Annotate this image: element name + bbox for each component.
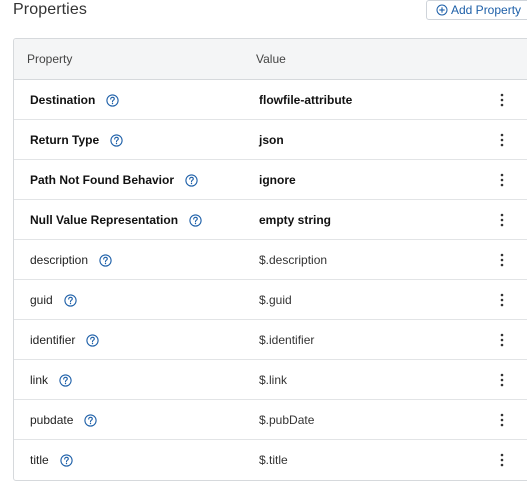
add-property-button[interactable]: Add Property: [426, 0, 527, 20]
table-row[interactable]: title $.title: [14, 440, 527, 480]
help-icon[interactable]: [64, 293, 77, 307]
plus-circle-icon: [436, 4, 448, 16]
kebab-icon[interactable]: [495, 92, 509, 108]
property-name: link: [30, 373, 49, 387]
property-value: ignore: [259, 173, 296, 187]
property-name: Path Not Found Behavior: [30, 173, 174, 187]
table-row[interactable]: Path Not Found Behavior ignore: [14, 160, 527, 200]
add-property-label: Add Property: [451, 3, 522, 17]
kebab-icon[interactable]: [495, 132, 509, 148]
table-header: Property Value: [14, 39, 527, 80]
property-cell: Path Not Found Behavior: [30, 173, 198, 187]
property-cell: pubdate: [30, 413, 98, 427]
property-value: $.link: [259, 373, 288, 387]
help-icon[interactable]: [59, 373, 72, 387]
property-name: title: [30, 453, 49, 467]
table-row[interactable]: pubdate $.pubDate: [14, 400, 527, 440]
table-row[interactable]: description $.description: [14, 240, 527, 280]
property-cell: guid: [30, 293, 77, 307]
help-icon[interactable]: [110, 133, 123, 147]
property-value: $.guid: [259, 293, 292, 307]
properties-panel: Properties Add Property Property Value D…: [0, 0, 527, 486]
property-value: empty string: [259, 213, 332, 227]
help-icon[interactable]: [86, 333, 100, 347]
column-header-property: Property: [27, 52, 73, 66]
property-cell: Null Value Representation: [30, 213, 202, 227]
property-name: Return Type: [30, 133, 100, 147]
table-row[interactable]: link $.link: [14, 360, 527, 400]
kebab-icon[interactable]: [495, 292, 509, 308]
property-value: $.title: [259, 453, 288, 467]
property-cell: identifier: [30, 333, 100, 347]
help-icon[interactable]: [189, 213, 202, 227]
kebab-icon[interactable]: [495, 452, 509, 468]
help-icon[interactable]: [185, 173, 198, 187]
property-name: description: [30, 253, 89, 267]
property-cell: link: [30, 373, 72, 387]
kebab-icon[interactable]: [495, 252, 509, 268]
table-row[interactable]: guid $.guid: [14, 280, 527, 320]
kebab-icon[interactable]: [495, 172, 509, 188]
property-cell: Return Type: [30, 133, 123, 147]
help-icon[interactable]: [99, 253, 112, 267]
property-cell: description: [30, 253, 112, 267]
properties-table: Property Value Destination flowfile-attr…: [13, 38, 527, 481]
kebab-icon[interactable]: [495, 212, 509, 228]
table-row[interactable]: Return Type json: [14, 120, 527, 160]
help-icon[interactable]: [84, 413, 98, 427]
help-icon[interactable]: [106, 93, 119, 107]
table-row[interactable]: identifier $.identifier: [14, 320, 527, 360]
page-title: Properties: [13, 1, 87, 18]
property-value: json: [259, 133, 284, 147]
property-cell: Destination: [30, 93, 119, 107]
table-body: Destination flowfile-attribute Return Ty…: [14, 80, 527, 480]
property-value: $.description: [259, 253, 328, 267]
property-name: guid: [30, 293, 53, 307]
property-value: $.identifier: [259, 333, 315, 347]
kebab-icon[interactable]: [495, 332, 509, 348]
column-header-value: Value: [256, 52, 286, 66]
property-name: identifier: [30, 333, 76, 347]
property-name: Destination: [30, 93, 96, 107]
table-row[interactable]: Destination flowfile-attribute: [14, 80, 527, 120]
kebab-icon[interactable]: [495, 372, 509, 388]
property-name: Null Value Representation: [30, 213, 179, 227]
property-value: $.pubDate: [259, 413, 315, 427]
kebab-icon[interactable]: [495, 412, 509, 428]
property-name: pubdate: [30, 413, 74, 427]
properties-header: Properties Add Property: [0, 0, 527, 24]
property-cell: title: [30, 453, 73, 467]
table-row[interactable]: Null Value Representation empty string: [14, 200, 527, 240]
help-icon[interactable]: [60, 453, 73, 467]
property-value: flowfile-attribute: [259, 93, 353, 107]
